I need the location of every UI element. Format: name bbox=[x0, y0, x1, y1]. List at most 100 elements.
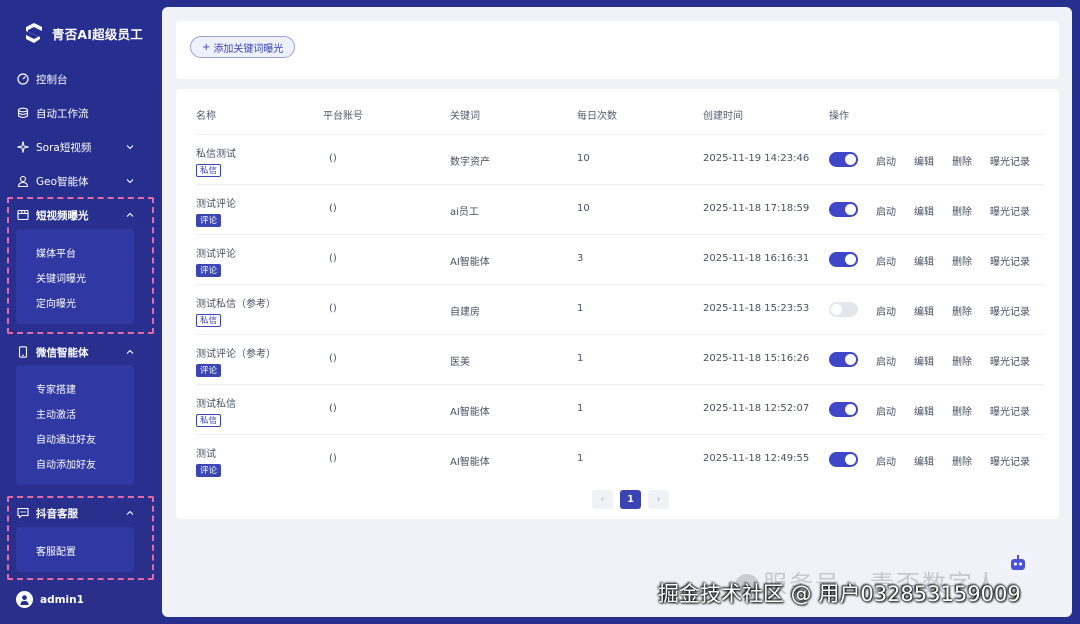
cell-keyword: ai员工 bbox=[450, 207, 479, 218]
cell-created-time: 2025-11-18 15:16:26 bbox=[703, 353, 810, 364]
edit-button[interactable]: 编辑 bbox=[914, 403, 934, 418]
sidebar-subitem-service-config[interactable]: 客服配置 bbox=[36, 543, 76, 558]
table-row: 私信测试 私信 () 数字资产 10 2025-11-19 14:23:46 启… bbox=[196, 134, 1044, 184]
enable-toggle[interactable] bbox=[829, 252, 858, 267]
exposure-record-button[interactable]: 曝光记录 bbox=[990, 453, 1030, 468]
sidebar-item-workflow[interactable]: 自动工作流 bbox=[16, 102, 144, 124]
add-keyword-exposure-button[interactable]: + 添加关键词曝光 bbox=[190, 36, 296, 58]
enable-toggle[interactable] bbox=[829, 152, 858, 167]
start-button[interactable]: 启动 bbox=[876, 453, 896, 468]
cell-created-time: 2025-11-18 15:23:53 bbox=[703, 303, 810, 314]
enable-toggle[interactable] bbox=[829, 202, 858, 217]
robot-icon bbox=[1011, 555, 1025, 570]
user-name: admin1 bbox=[40, 593, 84, 606]
start-button[interactable]: 启动 bbox=[876, 253, 896, 268]
delete-button[interactable]: 删除 bbox=[952, 353, 972, 368]
delete-button[interactable]: 删除 bbox=[952, 403, 972, 418]
delete-button[interactable]: 删除 bbox=[952, 453, 972, 468]
sidebar-subitem-targeted-exposure[interactable]: 定向曝光 bbox=[36, 295, 76, 310]
header-created-time: 创建时间 bbox=[703, 111, 743, 122]
cell-name: 私信测试 私信 bbox=[196, 145, 236, 177]
edit-button[interactable]: 编辑 bbox=[914, 353, 934, 368]
exposure-record-button[interactable]: 曝光记录 bbox=[990, 303, 1030, 318]
cell-name: 测试评论 评论 bbox=[196, 245, 236, 277]
pagination-prev-button[interactable]: ‹ bbox=[592, 490, 613, 509]
sidebar-item-short-video[interactable]: 短视频曝光 bbox=[16, 204, 144, 226]
delete-button[interactable]: 删除 bbox=[952, 253, 972, 268]
delete-button[interactable]: 删除 bbox=[952, 303, 972, 318]
sidebar-item-label: Sora短视频 bbox=[36, 141, 92, 154]
user-profile[interactable]: admin1 bbox=[16, 591, 84, 608]
brand[interactable]: 青否AI超级员工 bbox=[24, 22, 143, 44]
sidebar: 青否AI超级员工 控制台 自动工作流 Sora短视频 Geo智能体 短视频曝光 … bbox=[0, 0, 160, 624]
sidebar-item-douyin[interactable]: 抖音客服 bbox=[16, 502, 144, 524]
delete-button[interactable]: 删除 bbox=[952, 203, 972, 218]
sidebar-item-label: 抖音客服 bbox=[36, 507, 78, 520]
sidebar-item-sora[interactable]: Sora短视频 bbox=[16, 136, 144, 158]
chat-bot-button[interactable] bbox=[1001, 546, 1035, 580]
edit-button[interactable]: 编辑 bbox=[914, 153, 934, 168]
sidebar-subitem-expert-build[interactable]: 专家搭建 bbox=[36, 381, 76, 396]
row-name: 私信测试 bbox=[196, 149, 236, 160]
cell-keyword: AI智能体 bbox=[450, 257, 490, 268]
add-button-label: 添加关键词曝光 bbox=[213, 43, 284, 55]
sidebar-item-label: 控制台 bbox=[36, 73, 68, 86]
sidebar-subitem-keyword-exposure[interactable]: 关键词曝光 bbox=[36, 270, 86, 285]
pagination: ‹ 1 › bbox=[592, 490, 669, 509]
start-button[interactable]: 启动 bbox=[876, 153, 896, 168]
exposure-record-button[interactable]: 曝光记录 bbox=[990, 403, 1030, 418]
edit-button[interactable]: 编辑 bbox=[914, 303, 934, 318]
cell-account: () bbox=[329, 453, 337, 464]
cell-name: 测试评论（参考） 评论 bbox=[196, 345, 276, 377]
cell-keyword: 数字资产 bbox=[450, 157, 490, 168]
chevron-down-icon bbox=[126, 179, 134, 184]
enable-toggle[interactable] bbox=[829, 452, 858, 467]
edit-button[interactable]: 编辑 bbox=[914, 453, 934, 468]
sidebar-subitem-media-platform[interactable]: 媒体平台 bbox=[36, 245, 76, 260]
exposure-record-button[interactable]: 曝光记录 bbox=[990, 353, 1030, 368]
start-button[interactable]: 启动 bbox=[876, 303, 896, 318]
sidebar-item-wechat[interactable]: 微信智能体 bbox=[16, 341, 144, 363]
sidebar-subitem-auto-add-friend[interactable]: 自动添加好友 bbox=[36, 456, 96, 471]
video-icon bbox=[16, 209, 29, 222]
cell-account: () bbox=[329, 353, 337, 364]
toggle-knob bbox=[845, 204, 856, 215]
delete-button[interactable]: 删除 bbox=[952, 153, 972, 168]
exposure-record-button[interactable]: 曝光记录 bbox=[990, 203, 1030, 218]
enable-toggle[interactable] bbox=[829, 302, 858, 317]
header-actions: 操作 bbox=[829, 111, 849, 122]
pagination-next-button[interactable]: › bbox=[648, 490, 669, 509]
sidebar-item-geo[interactable]: Geo智能体 bbox=[16, 170, 144, 192]
cell-created-time: 2025-11-18 12:49:55 bbox=[703, 453, 810, 464]
start-button[interactable]: 启动 bbox=[876, 353, 896, 368]
cell-account: () bbox=[329, 303, 337, 314]
sidebar-subitem-active-activation[interactable]: 主动激活 bbox=[36, 406, 76, 421]
type-badge: 评论 bbox=[196, 464, 222, 477]
edit-button[interactable]: 编辑 bbox=[914, 203, 934, 218]
edit-button[interactable]: 编辑 bbox=[914, 253, 934, 268]
cell-name: 测试私信 私信 bbox=[196, 395, 236, 427]
cell-daily-count: 10 bbox=[577, 153, 590, 164]
plus-icon: + bbox=[202, 41, 211, 53]
start-button[interactable]: 启动 bbox=[876, 403, 896, 418]
enable-toggle[interactable] bbox=[829, 352, 858, 367]
cell-created-time: 2025-11-18 17:18:59 bbox=[703, 203, 810, 214]
exposure-record-button[interactable]: 曝光记录 bbox=[990, 253, 1030, 268]
sidebar-subitem-auto-accept-friend[interactable]: 自动通过好友 bbox=[36, 431, 96, 446]
toggle-knob bbox=[845, 154, 856, 165]
cell-account: () bbox=[329, 203, 337, 214]
sidebar-item-console[interactable]: 控制台 bbox=[16, 68, 144, 90]
exposure-record-button[interactable]: 曝光记录 bbox=[990, 153, 1030, 168]
cell-name: 测试私信（参考） 私信 bbox=[196, 295, 276, 327]
pagination-page-button[interactable]: 1 bbox=[620, 490, 641, 509]
cell-account: () bbox=[329, 403, 337, 414]
chevron-up-icon bbox=[126, 212, 134, 217]
table-row: 测试评论 评论 () AI智能体 3 2025-11-18 16:16:31 启… bbox=[196, 234, 1044, 284]
watermark-line2: 掘金技术社区 @ 用户032853159009 bbox=[658, 582, 1021, 606]
enable-toggle[interactable] bbox=[829, 402, 858, 417]
phone-icon bbox=[16, 346, 29, 359]
start-button[interactable]: 启动 bbox=[876, 203, 896, 218]
chevron-up-icon bbox=[126, 349, 134, 354]
table-row: 测试评论（参考） 评论 () 医美 1 2025-11-18 15:16:26 … bbox=[196, 334, 1044, 384]
sidebar-item-label: 微信智能体 bbox=[36, 346, 89, 359]
